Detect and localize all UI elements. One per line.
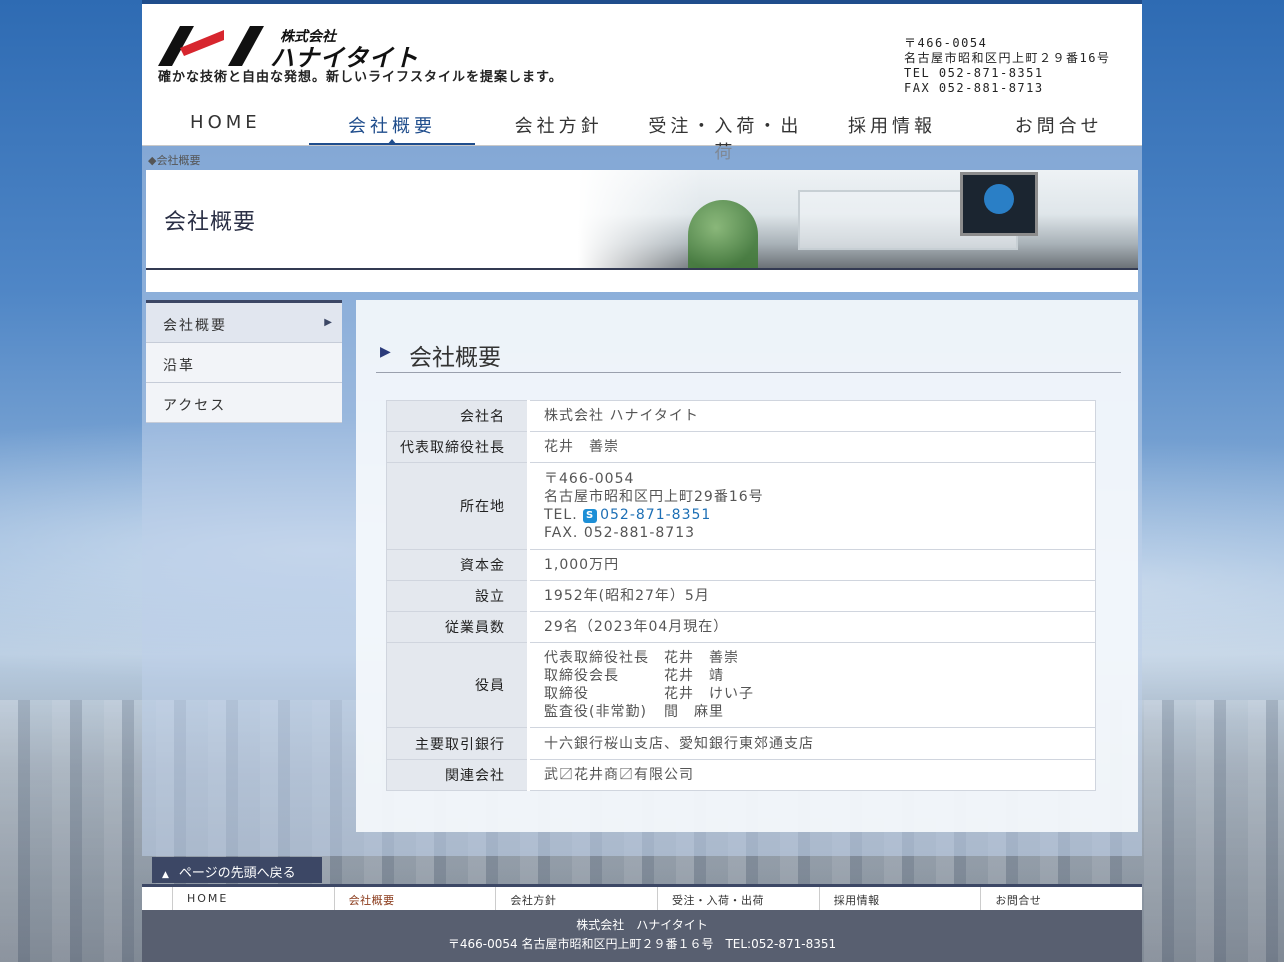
site-header: 株式会社 ハナイタイト 確かな技術と自由な発想。新しいライフスタイルを提案します…	[142, 0, 1142, 163]
row-label: 所在地	[386, 462, 530, 550]
row-value: 〒466-0054 名古屋市昭和区円上町29番16号 TEL. S 052-871…	[528, 462, 1096, 550]
row-value: 1952年(昭和27年）5月	[528, 580, 1096, 612]
footer-info: 株式会社 ハナイタイト 〒466-0054 名古屋市昭和区円上町２９番１６号 T…	[142, 910, 1142, 962]
hero-office-photo	[578, 170, 1138, 268]
officer-name: 間 麻里	[664, 704, 724, 720]
side-item-access[interactable]: アクセス	[146, 383, 342, 423]
officer-role: 代表取締役社長	[544, 650, 649, 666]
skype-icon[interactable]: S	[583, 509, 598, 523]
back-to-top-button[interactable]: ▲ ページの先頭へ戻る	[152, 857, 322, 883]
table-row: 関連会社 武〼花井商〼有限公司	[386, 759, 1096, 791]
officer-role: 監査役(非常勤)	[544, 704, 647, 720]
footer-nav: HOME 会社概要 会社方針 受注・入荷・出荷 採用情報 お問合せ	[142, 884, 1142, 910]
table-row: 会社名 株式会社 ハナイタイト	[386, 400, 1096, 432]
nav-company-overview[interactable]: 会社概要	[308, 102, 476, 145]
heading-arrow-icon: ▶	[380, 344, 391, 360]
officer-role: 取締役	[544, 686, 589, 702]
row-value: 1,000万円	[528, 549, 1096, 581]
postal-code: 〒466-0054	[544, 471, 635, 487]
officer-name: 花井 靖	[664, 668, 724, 684]
fax-line: FAX. 052-881-8713	[544, 525, 696, 541]
footer-nav-company-policy[interactable]: 会社方針	[495, 887, 657, 910]
row-label: 従業員数	[386, 611, 530, 643]
footer-nav-recruitment[interactable]: 採用情報	[818, 887, 981, 910]
officer-entry: 取締役 花井 けい子	[544, 685, 1081, 703]
side-item-history[interactable]: 沿革	[146, 343, 342, 383]
footer-nav-orders-shipping[interactable]: 受注・入荷・出荷	[657, 887, 819, 910]
row-label: 会社名	[386, 400, 530, 432]
main-content: ▶ 会社概要 会社名 株式会社 ハナイタイト 代表取締役社長 花井 善崇 所在地…	[356, 300, 1138, 832]
nav-company-policy[interactable]: 会社方針	[475, 102, 642, 145]
officer-role: 取締役会長	[544, 668, 619, 684]
row-value: 29名（2023年04月現在）	[528, 611, 1096, 643]
chevron-right-icon: ▶	[324, 317, 334, 328]
global-nav: HOME 会社概要 会社方針 受注・入荷・出荷 採用情報 お問合せ	[142, 102, 1142, 163]
side-item-company-overview[interactable]: 会社概要 ▶	[146, 303, 342, 343]
plaque-emblem-icon	[984, 184, 1014, 214]
table-row: 資本金 1,000万円	[386, 549, 1096, 581]
footer-company-name: 株式会社 ハナイタイト	[576, 918, 708, 932]
table-row: 代表取締役社長 花井 善崇	[386, 431, 1096, 463]
row-label: 関連会社	[386, 759, 530, 791]
page-wrapper: 株式会社 ハナイタイト 確かな技術と自由な発想。新しいライフスタイルを提案します…	[142, 0, 1142, 962]
officer-entry: 取締役会長 花井 靖	[544, 667, 1081, 685]
page-hero: 会社概要	[146, 170, 1138, 270]
table-row: 設立 1952年(昭和27年）5月	[386, 580, 1096, 612]
table-row: 役員 代表取締役社長 花井 善崇 取締役会長 花井 靖 取締役 花井 けい子 監…	[386, 642, 1096, 728]
table-row: 従業員数 29名（2023年04月現在）	[386, 611, 1096, 643]
nav-orders-shipping[interactable]: 受注・入荷・出荷	[642, 102, 809, 163]
hero-plant-image	[688, 200, 758, 268]
footer-nav-home[interactable]: HOME	[172, 887, 334, 910]
row-label: 役員	[386, 642, 530, 728]
side-item-label: 沿革	[163, 358, 195, 374]
officer-entry: 代表取締役社長 花井 善崇	[544, 649, 1081, 667]
header-address-line: 〒466-0054	[904, 36, 988, 50]
phone-link[interactable]: 052-871-8351	[600, 507, 711, 523]
footer-nav-contact[interactable]: お問合せ	[980, 887, 1142, 910]
row-value: 花井 善崇	[528, 431, 1096, 463]
row-value: 武〼花井商〼有限公司	[528, 759, 1096, 791]
header-tel: TEL 052-871-8351	[904, 66, 1044, 80]
triangle-up-icon: ▲	[162, 870, 169, 880]
breadcrumb: ◆会社概要	[148, 154, 201, 167]
header-address: 〒466-0054 名古屋市昭和区円上町２９番16号 TEL 052-871-8…	[904, 36, 1124, 96]
row-value: 十六銀行桜山支店、愛知銀行東郊通支店	[528, 727, 1096, 760]
row-label: 代表取締役社長	[386, 431, 530, 463]
tel-prefix: TEL.	[544, 507, 578, 523]
company-info-table: 会社名 株式会社 ハナイタイト 代表取締役社長 花井 善崇 所在地 〒466-0…	[386, 400, 1096, 791]
row-label: 資本金	[386, 549, 530, 581]
header-fax: FAX 052-881-8713	[904, 81, 1044, 95]
nav-recruitment[interactable]: 採用情報	[809, 102, 976, 145]
tel-line: TEL. S 052-871-8351	[544, 506, 1081, 524]
row-label: 設立	[386, 580, 530, 612]
nav-contact[interactable]: お問合せ	[975, 102, 1142, 145]
table-row: 所在地 〒466-0054 名古屋市昭和区円上町29番16号 TEL. S 052…	[386, 462, 1096, 550]
officer-name: 花井 けい子	[664, 686, 754, 702]
section-heading-text: 会社概要	[409, 345, 501, 371]
side-nav: 会社概要 ▶ 沿革 アクセス	[146, 300, 342, 423]
table-row: 主要取引銀行 十六銀行桜山支店、愛知銀行東郊通支店	[386, 727, 1096, 760]
page-title: 会社概要	[164, 210, 257, 235]
officer-entry: 監査役(非常勤) 間 麻里	[544, 703, 1081, 721]
row-value: 株式会社 ハナイタイト	[528, 400, 1096, 432]
side-item-label: 会社概要	[163, 318, 227, 334]
hero-spacer	[146, 270, 1138, 292]
header-address-line: 名古屋市昭和区円上町２９番16号	[904, 51, 1111, 65]
row-value: 代表取締役社長 花井 善崇 取締役会長 花井 靖 取締役 花井 けい子 監査役(…	[528, 642, 1096, 728]
tagline: 確かな技術と自由な発想。新しいライフスタイルを提案します。	[158, 70, 563, 85]
section-heading: ▶ 会社概要	[376, 336, 1121, 373]
side-item-label: アクセス	[163, 398, 227, 414]
officer-name: 花井 善崇	[664, 650, 739, 666]
footer-address: 〒466-0054 名古屋市昭和区円上町２９番１６号 TEL:052-871-8…	[447, 937, 837, 951]
row-label: 主要取引銀行	[386, 727, 530, 760]
street-address: 名古屋市昭和区円上町29番16号	[544, 489, 764, 505]
nav-home[interactable]: HOME	[142, 102, 309, 145]
company-logo-mark[interactable]	[158, 26, 270, 66]
back-to-top-label: ページの先頭へ戻る	[178, 866, 296, 881]
footer-nav-company-overview[interactable]: 会社概要	[333, 887, 496, 910]
